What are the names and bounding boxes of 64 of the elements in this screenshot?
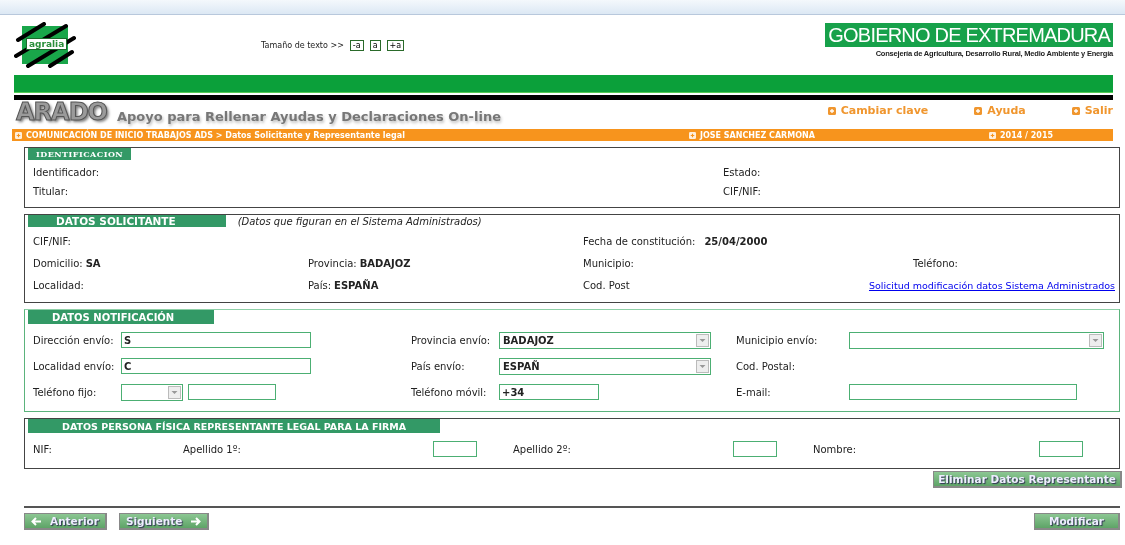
field-label: País: — [308, 279, 332, 291]
field-label: Dirección envío: — [33, 334, 115, 346]
section-note: (Datos que figuran en el Sistema Administrados) — [237, 215, 482, 227]
plus-icon — [827, 106, 836, 115]
field-label: NIF: — [33, 443, 52, 455]
dropdown-field[interactable]: BADAJOZ — [499, 331, 711, 349]
field-label: Titular: — [33, 186, 69, 197]
text-size-button[interactable]: -a — [349, 39, 364, 51]
field-label: Teléfono móvil: — [411, 386, 488, 398]
dropdown-field[interactable] — [121, 383, 183, 401]
field-label: E-mail: — [736, 386, 772, 398]
breadcrumb-text: COMUNICACIÓN DE INICIO TRABAJOS ADS > Datos Solicitante y Representante legal — [26, 130, 405, 140]
app-logo-text: ARADO — [16, 98, 107, 126]
modification-request-link[interactable]: Solicitud modificación datos Sistema Administrados — [869, 279, 1115, 291]
right-arrow-icon — [190, 516, 202, 526]
input-field[interactable] — [433, 441, 477, 457]
field-value: ESPAÑA — [334, 279, 379, 291]
government-title: GOBIERNO DE EXTREMADURA — [825, 22, 1113, 47]
input-field[interactable] — [1039, 441, 1083, 457]
field-label: Localidad: — [33, 279, 84, 291]
dropdown-field[interactable] — [849, 331, 1104, 349]
input-field[interactable] — [733, 441, 777, 457]
text-size-button[interactable]: a — [369, 39, 381, 51]
field-label: Cod. Postal: — [736, 360, 796, 372]
field-label: Fecha de constitución: — [583, 235, 696, 247]
field-label: Apellido 2º: — [513, 443, 571, 455]
field-value: BADAJOZ — [359, 257, 411, 269]
field-label: Teléfono: — [913, 257, 958, 269]
logo-text: agralia — [26, 38, 68, 50]
input-field[interactable]: S — [121, 332, 311, 348]
field-label: Identificador: — [33, 167, 100, 178]
field-label: Domicilio: — [33, 257, 83, 269]
field-label: CIF/NIF: — [723, 186, 761, 197]
field-label: Municipio: — [583, 257, 634, 269]
field-value: SA — [85, 257, 101, 269]
section-title: DATOS NOTIFICACIÓN — [28, 310, 215, 324]
field-label: Nombre: — [813, 443, 857, 455]
field-label: Estado: — [723, 167, 761, 178]
field-label: Teléfono fijo: — [33, 386, 98, 398]
campaign-year: 2014 / 2015 — [1000, 130, 1054, 140]
field-label: Cod. Post — [583, 279, 630, 291]
dropdown-field[interactable]: ESPAÑ — [499, 357, 711, 375]
field-value: 25/04/2000 — [704, 235, 768, 247]
input-field[interactable]: +34 — [499, 384, 599, 400]
input-field[interactable] — [849, 384, 1077, 400]
field-label: Provincia: — [308, 257, 357, 269]
left-arrow-icon — [31, 516, 42, 526]
app-tagline: Apoyo para Rellenar Ayudas y Declaraciones On-line — [116, 109, 501, 124]
user-name: JOSE SANCHEZ CARMONA — [700, 130, 815, 140]
section-title: DATOS SOLICITANTE — [28, 215, 226, 227]
field-label: CIF/NIF: — [33, 235, 71, 247]
input-field[interactable] — [188, 384, 276, 400]
field-label: Localidad envío: — [33, 360, 116, 372]
plus-icon — [974, 106, 983, 115]
text-size-label: Tamaño de texto >> — [261, 40, 344, 50]
section-title: IDENTIFICACION — [28, 148, 132, 160]
field-label: País envío: — [411, 360, 466, 372]
field-label: Provincia envío: — [411, 334, 492, 346]
text-size-button[interactable]: +a — [386, 39, 405, 51]
section-title: DATOS PERSONA FÍSICA REPRESENTANTE LEGAL PARA LA FIRMA — [28, 419, 441, 433]
field-label: Municipio envío: — [736, 334, 819, 346]
input-field[interactable]: C — [121, 358, 311, 374]
field-label: Apellido 1º: — [183, 443, 241, 455]
plus-icon — [1071, 106, 1080, 115]
